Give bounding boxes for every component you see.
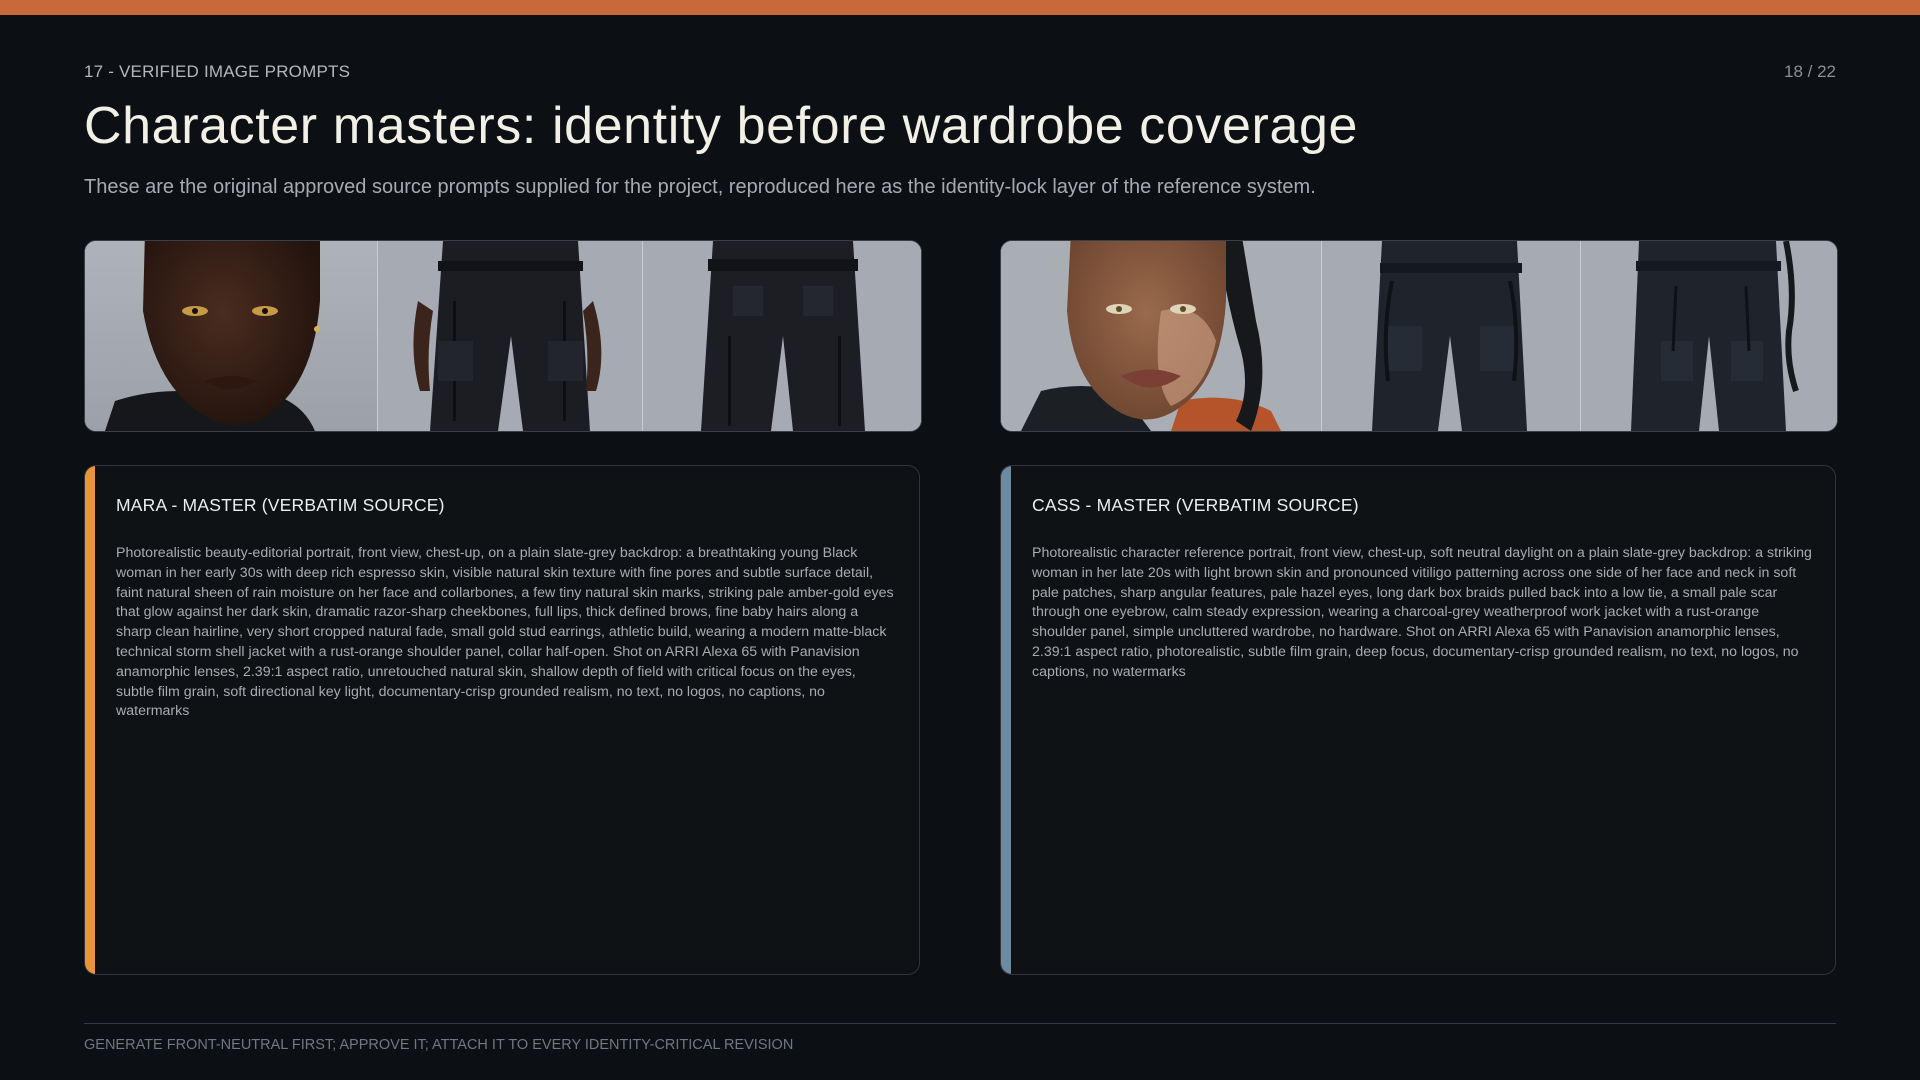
cass-front-trousers-image	[1321, 241, 1580, 431]
mara-prompt-text: Photorealistic beauty-editorial portrait…	[116, 545, 894, 720]
mara-back-trousers-image	[641, 241, 921, 431]
top-accent-bar	[0, 0, 1920, 15]
mara-front-trousers-image	[377, 241, 642, 431]
cass-back-trousers-image	[1580, 241, 1837, 431]
mara-card-title: MARA - MASTER (VERBATIM SOURCE)	[116, 495, 445, 515]
page-number: 18 / 22	[1784, 62, 1836, 81]
slide: 17 - VERIFIED IMAGE PROMPTS 18 / 22 Char…	[0, 0, 1920, 1080]
page-subtitle: These are the original approved source p…	[84, 176, 1316, 198]
cass-card-accent	[1001, 466, 1011, 974]
page-title: Character masters: identity before wardr…	[84, 97, 1359, 155]
cass-face-portrait-image	[1001, 241, 1321, 431]
mara-prompt-card: MARA - MASTER (VERBATIM SOURCE) Photorea…	[84, 465, 920, 975]
mara-card-accent	[85, 466, 95, 974]
footer-note: GENERATE FRONT-NEUTRAL FIRST; APPROVE IT…	[84, 1037, 794, 1053]
cass-reference-strip	[1000, 240, 1838, 432]
mara-reference-strip	[84, 240, 922, 432]
section-eyebrow: 17 - VERIFIED IMAGE PROMPTS	[84, 62, 351, 81]
footer-divider	[84, 1023, 1836, 1024]
mara-face-portrait-image	[85, 241, 378, 431]
cass-card-title: CASS - MASTER (VERBATIM SOURCE)	[1032, 495, 1359, 515]
cass-prompt-text: Photorealistic character reference portr…	[1032, 545, 1812, 680]
cass-prompt-card: CASS - MASTER (VERBATIM SOURCE) Photorea…	[1000, 465, 1836, 975]
